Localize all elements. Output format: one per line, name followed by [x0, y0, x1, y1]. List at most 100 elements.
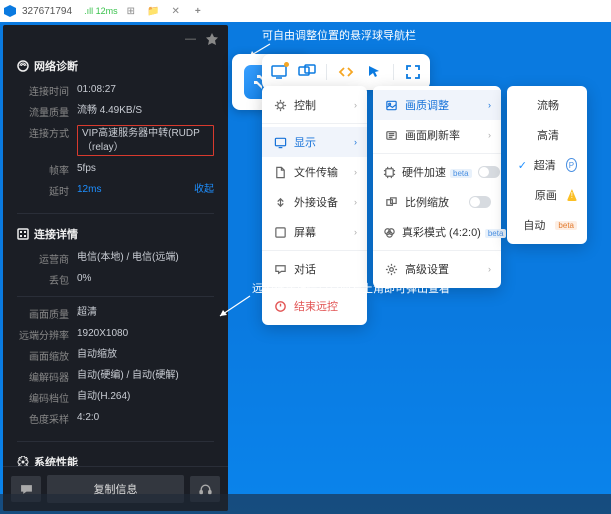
annotation-top: 可自由调整位置的悬浮球导航栏	[262, 27, 416, 43]
chevron-right-icon: ›	[488, 100, 491, 110]
menu-label: 流畅	[537, 97, 577, 113]
menu-item[interactable]: 流畅	[507, 90, 587, 120]
minimize-icon[interactable]: —	[185, 33, 196, 48]
display-submenu: 画质调整›画面刷新率›硬件加速beta比例缩放真彩模式 (4:2:0)beta高…	[373, 86, 501, 288]
row-value: 电信(本地) / 电信(远端)	[77, 251, 214, 266]
row-label: 编解码器	[17, 369, 69, 384]
menu-label: 外接设备	[294, 194, 348, 210]
remote-taskbar	[0, 494, 611, 514]
toolbar-pointer-icon[interactable]	[365, 63, 383, 81]
info-row: 远端分辨率 1920X1080	[17, 324, 214, 345]
quality-submenu: 流畅高清✓超清P原画!自动beta	[507, 86, 587, 244]
add-tab-button[interactable]: +	[195, 6, 201, 17]
chevron-right-icon: ›	[354, 197, 357, 207]
annotation-mid: 远控连接详情点桌面左上角即可弹出查看	[252, 280, 450, 296]
menu-item[interactable]: 高清	[507, 120, 587, 150]
scr-icon	[272, 226, 288, 239]
info-row: 色度采样4:2:0	[17, 408, 214, 429]
folder-icon[interactable]: 📁	[147, 6, 159, 17]
diagnostics-sidebar: — 网络诊断 连接时间01:08:27流量质量流畅 4.49KB/S连接方式VI…	[3, 25, 228, 511]
menu-label: 画面刷新率	[405, 127, 482, 143]
menu-label: 比例缩放	[405, 194, 463, 210]
ctrl-icon	[272, 99, 288, 112]
menu-label: 控制	[294, 97, 348, 113]
info-row: 流量质量流畅 4.49KB/S	[17, 101, 214, 122]
info-row: 连接时间 01:08:27	[17, 80, 214, 101]
info-row: 帧率5fps	[17, 159, 214, 180]
chevron-right-icon: ›	[354, 227, 357, 237]
info-row: 画面缩放自动缩放	[17, 345, 214, 366]
info-row: 编解码器自动(硬编) / 自动(硬解)	[17, 366, 214, 387]
menu-label: 显示	[294, 134, 348, 150]
ref-icon	[383, 129, 399, 142]
row-value: VIP高速服务器中转(RUDP（relay）	[77, 125, 214, 156]
row-label: 丢包	[17, 272, 69, 287]
info-row: 丢包 0%	[17, 269, 214, 290]
row-label: 连接时间	[17, 83, 69, 98]
screen-icon[interactable]: ⊞	[127, 6, 135, 17]
row-label: 帧率	[17, 162, 69, 177]
section-header: 网络诊断	[17, 58, 214, 74]
section-header: 连接详情	[17, 226, 214, 242]
menu-item[interactable]: 比例缩放	[373, 187, 501, 217]
row-label: 画面质量	[17, 306, 69, 321]
row-value: 12ms收起	[77, 183, 214, 198]
menu-label: 硬件加速beta	[402, 164, 472, 180]
menu-label: 超清	[534, 157, 556, 173]
toggle-switch[interactable]	[469, 196, 491, 208]
row-value: 0%	[77, 272, 214, 287]
row-value: 超清	[77, 306, 214, 321]
pin-icon[interactable]	[206, 33, 218, 48]
gpu-icon	[383, 166, 396, 179]
row-label: 运营商	[17, 251, 69, 266]
check-icon: ✓	[517, 159, 528, 172]
info-row: 运营商电信(本地) / 电信(远端)	[17, 248, 214, 269]
section-network-diag: 网络诊断 连接时间01:08:27流量质量流畅 4.49KB/S连接方式VIP高…	[3, 52, 228, 207]
signal-indicator: .ıll 12ms	[84, 6, 118, 16]
toggle-switch[interactable]	[478, 166, 500, 178]
menu-label: 结束远控	[294, 298, 357, 314]
titlebar: 327671794 .ıll 12ms ⊞ 📁 ✕ +	[0, 0, 611, 22]
toolbar-monitor-icon[interactable]	[270, 63, 288, 81]
menu-item[interactable]: 显示 ›	[262, 127, 367, 157]
info-row: 画面质量超清	[17, 303, 214, 324]
menu-item[interactable]: 文件传输›	[262, 157, 367, 187]
floating-toolbar	[262, 54, 430, 90]
dev-icon	[272, 196, 288, 209]
close-tab-icon[interactable]: ✕	[171, 6, 179, 17]
row-label: 编码档位	[17, 390, 69, 405]
warning-icon: !	[567, 189, 577, 201]
menu-label: 原画	[535, 187, 557, 203]
p-badge-icon: P	[566, 158, 577, 172]
row-value: 流畅 4.49KB/S	[77, 104, 214, 119]
chat-icon	[272, 263, 288, 276]
menu-label: 高清	[537, 127, 577, 143]
chevron-right-icon: ›	[354, 167, 357, 177]
scl-icon	[383, 196, 399, 209]
arrow-icon	[214, 292, 254, 322]
chevron-right-icon: ›	[354, 137, 357, 147]
row-value: 01:08:27	[77, 83, 214, 98]
menu-item[interactable]: ✓ 超清 P	[507, 150, 587, 180]
toolbar-code-icon[interactable]	[337, 63, 355, 81]
menu-item[interactable]: 画面刷新率›	[373, 120, 501, 150]
menu-item[interactable]: 屏幕›	[262, 217, 367, 247]
menu-item[interactable]: 控制 ›	[262, 90, 367, 120]
row-label: 画面缩放	[17, 348, 69, 363]
menu-item[interactable]: 真彩模式 (4:2:0)beta	[373, 217, 501, 247]
session-id: 327671794	[22, 6, 72, 17]
menu-item[interactable]: 自动beta	[507, 210, 587, 240]
info-row: 延时12ms收起	[17, 180, 214, 201]
row-value: 1920X1080	[77, 327, 214, 342]
toolbar-fullscreen-icon[interactable]	[404, 63, 422, 81]
toolbar-multi-monitor-icon[interactable]	[298, 63, 316, 81]
menu-item[interactable]: 原画!	[507, 180, 587, 210]
disp-icon	[272, 136, 288, 149]
end-icon	[272, 300, 288, 313]
menu-item[interactable]: 外接设备 ›	[262, 187, 367, 217]
menu-item[interactable]: 画质调整›	[373, 90, 501, 120]
menu-item[interactable]: 硬件加速beta	[373, 157, 501, 187]
chevron-right-icon: ›	[354, 100, 357, 110]
collapse-link[interactable]: 收起	[194, 183, 214, 197]
row-label: 远端分辨率	[17, 327, 69, 342]
